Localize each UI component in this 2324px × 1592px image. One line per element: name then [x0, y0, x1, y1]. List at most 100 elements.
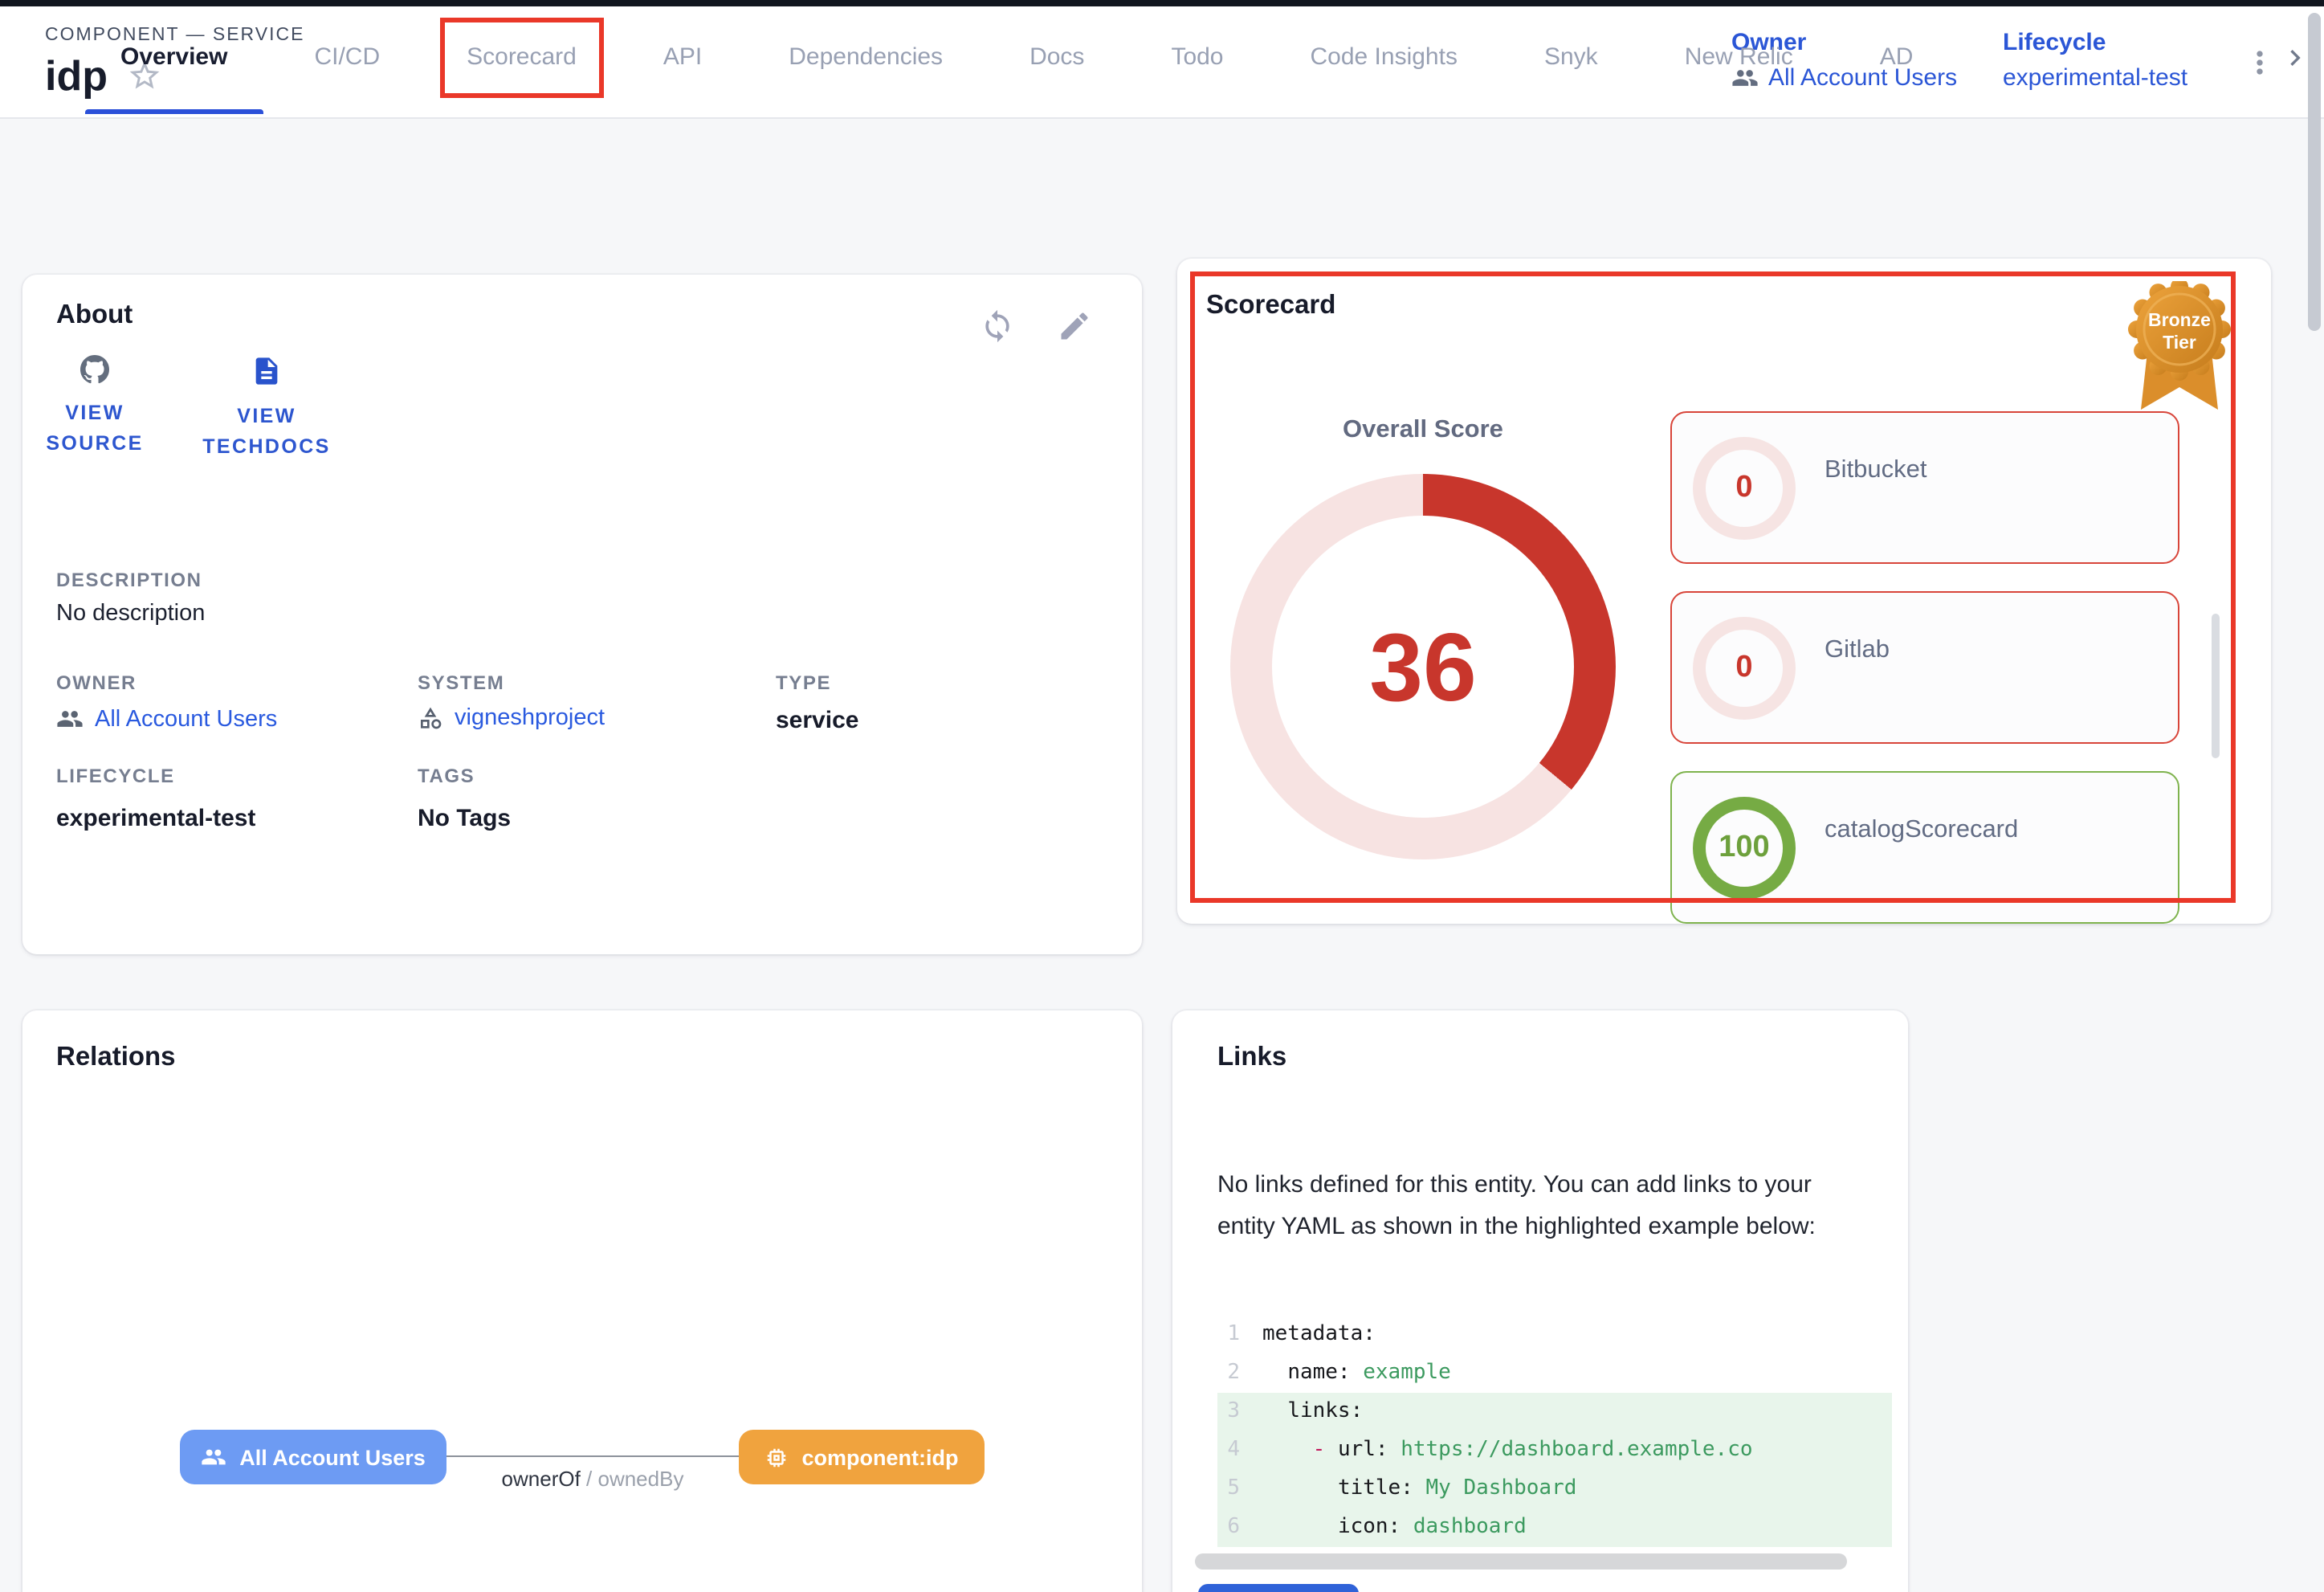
- links-empty-text: No links defined for this entity. You ca…: [1217, 1165, 1863, 1247]
- relation-node-label: All Account Users: [239, 1445, 426, 1469]
- tags-field-value: No Tags: [418, 805, 511, 832]
- line-number: 5: [1217, 1470, 1240, 1508]
- chevron-right-icon[interactable]: [2279, 0, 2311, 116]
- links-action-button[interactable]: [1198, 1584, 1359, 1592]
- owner-field-label: OWNER: [56, 671, 137, 694]
- refresh-icon[interactable]: [980, 308, 1015, 344]
- score-name: Bitbucket: [1825, 456, 1927, 485]
- score-name: catalogScorecard: [1825, 816, 2018, 845]
- github-icon: [80, 355, 109, 384]
- tab-dependencies[interactable]: Dependencies: [745, 0, 986, 114]
- code-line: 1 metadata:: [1217, 1316, 1892, 1354]
- tab-label: Code Insights: [1311, 43, 1458, 71]
- view-techdocs-link[interactable]: VIEW TECHDOCS: [186, 355, 347, 463]
- description-value: No description: [56, 601, 205, 627]
- code-horizontal-scrollbar[interactable]: [1195, 1553, 1847, 1570]
- tab-label: Snyk: [1544, 43, 1598, 71]
- relation-node-label: component:idp: [802, 1445, 959, 1469]
- tab-label: Dependencies: [789, 43, 943, 71]
- code-line: 2 name: example: [1217, 1354, 1892, 1393]
- system-field-label: SYSTEM: [418, 671, 504, 694]
- line-number: 2: [1217, 1354, 1240, 1393]
- code-block: 1 metadata:2 name: example3 links:4 - url…: [1217, 1316, 1892, 1549]
- code-line: 3 links:: [1217, 1393, 1892, 1431]
- tab-ci-cd[interactable]: CI/CD: [271, 0, 423, 114]
- line-number: 4: [1217, 1431, 1240, 1470]
- overall-score-label: Overall Score: [1262, 416, 1584, 445]
- lifecycle-field-label: LIFECYCLE: [56, 765, 175, 787]
- system-field-link[interactable]: vigneshproject: [418, 705, 605, 731]
- score-ring: 0: [1693, 617, 1796, 720]
- score-value: 100: [1706, 810, 1783, 887]
- header-lifecycle: Lifecycle experimental-test: [2003, 27, 2187, 92]
- edge-label-strong: ownerOf: [502, 1467, 581, 1491]
- line-content: icon: dashboard: [1262, 1508, 1527, 1547]
- group-icon: [201, 1444, 226, 1470]
- relation-node-owner[interactable]: All Account Users: [180, 1430, 446, 1484]
- tab-overview[interactable]: Overview: [77, 0, 271, 114]
- scorecard-item-gitlab[interactable]: 0 Gitlab: [1670, 591, 2179, 744]
- scorecard-item-list: 0 Bitbucket 0 Gitlab 100 catalogScorecard: [1670, 411, 2179, 924]
- line-content: links:: [1262, 1393, 1363, 1431]
- about-quick-links: VIEW SOURCE VIEW TECHDOCS: [39, 355, 347, 463]
- view-techdocs-label: VIEW TECHDOCS: [186, 402, 347, 463]
- tab-snyk[interactable]: Snyk: [1501, 0, 1641, 114]
- relation-edge: [446, 1455, 739, 1457]
- links-card: Links No links defined for this entity. …: [1172, 1010, 1908, 1592]
- tab-scorecard[interactable]: Scorecard: [423, 0, 620, 114]
- lifecycle-field-value: experimental-test: [56, 805, 255, 832]
- score-ring: 0: [1693, 437, 1796, 540]
- about-card: About VIEW SOURCE VIEW TECHDOCS DESCRIPT…: [22, 275, 1142, 954]
- line-content: title: My Dashboard: [1262, 1470, 1576, 1508]
- lifecycle-value: experimental-test: [2003, 64, 2187, 92]
- scorecard-item-bitbucket[interactable]: 0 Bitbucket: [1670, 411, 2179, 564]
- code-line: 5 title: My Dashboard: [1217, 1470, 1892, 1508]
- scorecard-list-scrollbar[interactable]: [2212, 614, 2220, 758]
- score-value: 0: [1706, 630, 1783, 707]
- overall-score-value: 36: [1272, 516, 1574, 818]
- description-label: DESCRIPTION: [56, 569, 202, 591]
- system-field-value: vigneshproject: [455, 705, 605, 731]
- relations-card: Relations All Account Users component:id…: [22, 1010, 1142, 1592]
- edit-icon[interactable]: [1057, 308, 1092, 344]
- scorecard-item-catalogscorecard[interactable]: 100 catalogScorecard: [1670, 771, 2179, 924]
- line-content: metadata:: [1262, 1316, 1376, 1354]
- scorecard-card: Scorecard Bronze Tier Overall Score 36: [1177, 259, 2271, 924]
- tab-label: Docs: [1029, 43, 1084, 71]
- code-line: 4 - url: https://dashboard.example.co: [1217, 1431, 1892, 1470]
- tab-docs[interactable]: Docs: [986, 0, 1127, 114]
- tab-label: Todo: [1171, 43, 1223, 71]
- overall-gauge: 36: [1230, 474, 1616, 859]
- tab-label: New Relic: [1685, 43, 1793, 71]
- score-ring: 100: [1693, 797, 1796, 900]
- view-source-link[interactable]: VIEW SOURCE: [39, 355, 151, 459]
- tab-todo[interactable]: Todo: [1127, 0, 1266, 114]
- scorecard-title: Scorecard: [1206, 291, 1335, 321]
- techdocs-icon: [251, 355, 283, 387]
- tab-label: CI/CD: [314, 43, 380, 71]
- tab-label: Overview: [120, 43, 227, 71]
- edge-label-muted: / ownedBy: [581, 1467, 684, 1491]
- component-page: COMPONENT — SERVICE idp Owner All Accoun…: [0, 0, 2324, 1592]
- tab-label: AD: [1880, 43, 1914, 71]
- category-icon: [418, 705, 443, 731]
- line-number: 6: [1217, 1508, 1240, 1547]
- owner-field-link[interactable]: All Account Users: [56, 705, 277, 733]
- page-scrollbar[interactable]: [2308, 13, 2321, 331]
- relation-node-component[interactable]: component:idp: [739, 1430, 985, 1484]
- kebab-menu-icon[interactable]: [2242, 45, 2277, 80]
- relations-title: Relations: [56, 1043, 176, 1073]
- relation-edge-label: ownerOf / ownedBy: [414, 1467, 771, 1491]
- score-name: Gitlab: [1825, 636, 1890, 665]
- tab-new-relic[interactable]: New Relic: [1641, 0, 1837, 114]
- type-field-label: TYPE: [776, 671, 831, 694]
- owner-field-value: All Account Users: [95, 706, 277, 732]
- tab-ad[interactable]: AD: [1837, 0, 1957, 114]
- tab-api[interactable]: API: [620, 0, 745, 114]
- links-title: Links: [1217, 1043, 1286, 1073]
- group-icon: [56, 705, 84, 733]
- tab-code-insights[interactable]: Code Insights: [1267, 0, 1501, 114]
- lifecycle-label: Lifecycle: [2003, 27, 2187, 59]
- tab-label: API: [663, 43, 702, 71]
- line-number: 1: [1217, 1316, 1240, 1354]
